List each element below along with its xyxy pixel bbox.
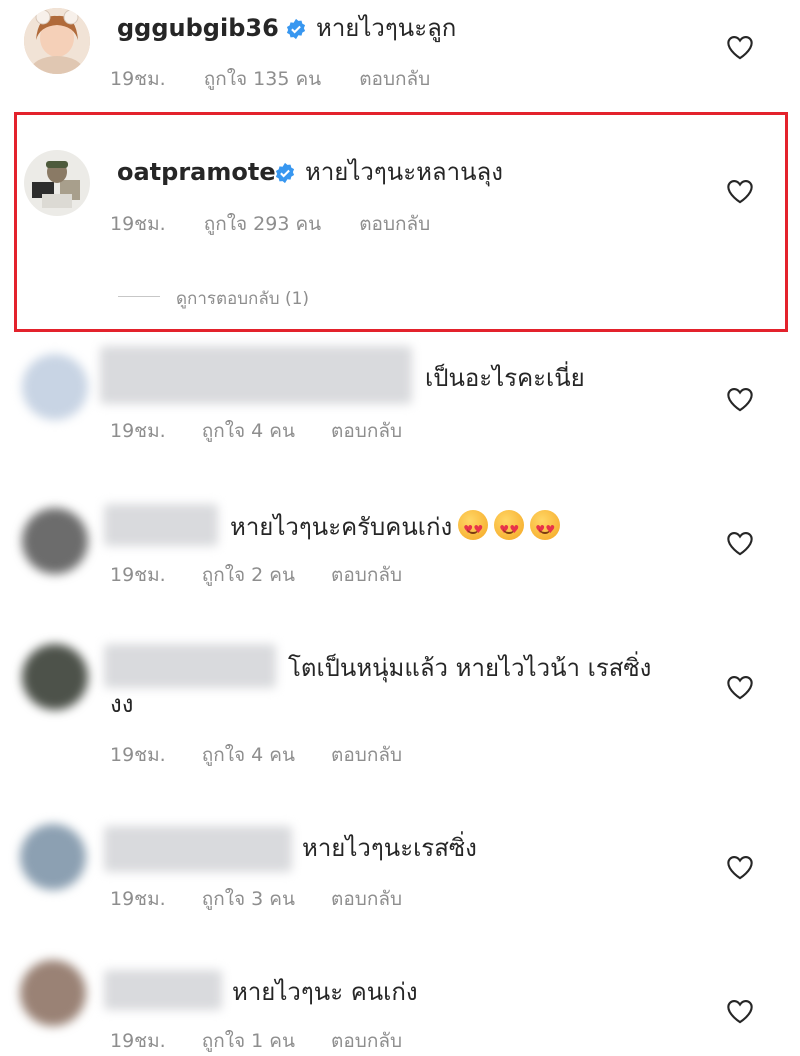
comment-item: gggubgib36 หายไวๆนะลูก 19ชม. ถูกใจ 135 ค… [0, 0, 800, 110]
comment-text: หายไวๆนะ คนเก่ง [232, 978, 418, 1006]
comment-time: 19ชม. [110, 420, 166, 442]
verified-badge-icon [275, 162, 295, 184]
comment-likes[interactable]: ถูกใจ 2 คน [202, 560, 295, 590]
comment-text-line2: งง [110, 690, 134, 718]
comment-username[interactable]: gggubgib36 [117, 14, 279, 42]
comment-meta: 19ชม. ถูกใจ 2 คน ตอบกลับ [110, 560, 402, 590]
blurred-username [104, 644, 276, 688]
comment-likes[interactable]: ถูกใจ 3 คน [202, 884, 295, 914]
avatar[interactable] [22, 644, 88, 710]
heart-outline-icon[interactable] [726, 854, 754, 880]
blurred-username [104, 970, 222, 1010]
avatar[interactable] [24, 8, 90, 74]
comment-meta: 19ชม. ถูกใจ 4 คน ตอบกลับ [110, 416, 402, 446]
comment-text: หายไวๆนะลูก [316, 14, 457, 42]
comment-likes[interactable]: ถูกใจ 135 คน [204, 64, 321, 94]
comment-time: 19ชม. [110, 564, 166, 586]
heart-outline-icon[interactable] [726, 34, 754, 60]
comment-time: 19ชม. [110, 1030, 166, 1052]
comment-meta: 19ชม. ถูกใจ 293 คน ตอบกลับ [110, 209, 430, 239]
comment-meta: 19ชม. ถูกใจ 135 คน ตอบกลับ [110, 64, 430, 94]
heart-outline-icon[interactable] [726, 998, 754, 1024]
blurred-username [104, 826, 292, 872]
heart-eyes-emoji [530, 510, 561, 544]
heart-eyes-emoji [458, 510, 489, 544]
comment-meta: 19ชม. ถูกใจ 4 คน ตอบกลับ [110, 740, 402, 770]
comment-time: 19ชม. [110, 213, 166, 235]
reply-button[interactable]: ตอบกลับ [359, 64, 430, 94]
avatar[interactable] [24, 150, 90, 216]
comment-likes[interactable]: ถูกใจ 4 คน [202, 416, 295, 446]
avatar[interactable] [22, 354, 88, 420]
blurred-username [100, 346, 412, 404]
comment-likes[interactable]: ถูกใจ 293 คน [204, 209, 321, 239]
view-replies-line [118, 296, 160, 297]
comment-likes[interactable]: ถูกใจ 4 คน [202, 740, 295, 770]
heart-eyes-emoji [494, 510, 525, 544]
comment-time: 19ชม. [110, 68, 166, 90]
comment-time: 19ชม. [110, 888, 166, 910]
avatar[interactable] [20, 960, 86, 1026]
avatar[interactable] [22, 508, 88, 574]
heart-outline-icon[interactable] [726, 386, 754, 412]
avatar[interactable] [20, 824, 86, 890]
comment-text: เป็นอะไรคะเนี่ย [425, 364, 585, 392]
comment-meta: 19ชม. ถูกใจ 1 คน ตอบกลับ [110, 1026, 402, 1056]
comment-item: หายไวๆนะครับคนเก่ง 19ชม. ถูกใจ 2 คน ตอบก… [0, 490, 800, 620]
comment-likes[interactable]: ถูกใจ 1 คน [202, 1026, 295, 1056]
verified-badge-icon [286, 18, 306, 40]
reply-button[interactable]: ตอบกลับ [359, 209, 430, 239]
view-replies-button[interactable]: ดูการตอบกลับ (1) [176, 285, 309, 312]
reply-button[interactable]: ตอบกลับ [331, 416, 402, 446]
comment-text: หายไวๆนะเรสซิ่ง [302, 834, 477, 862]
heart-outline-icon[interactable] [726, 178, 754, 204]
comment-text-content: หายไวๆนะครับคนเก่ง [230, 513, 453, 541]
comment-text: โตเป็นหนุ่มแล้ว หายไวไวน้า เรสซิ่ง [288, 654, 652, 682]
comment-item: หายไวๆนะเรสซิ่ง 19ชม. ถูกใจ 3 คน ตอบกลับ [0, 810, 800, 940]
comment-text: หายไวๆนะหลานลุง [305, 158, 503, 186]
blurred-username [104, 504, 218, 546]
heart-outline-icon[interactable] [726, 674, 754, 700]
reply-button[interactable]: ตอบกลับ [331, 560, 402, 590]
comment-item: หายไวๆนะ คนเก่ง 19ชม. ถูกใจ 1 คน ตอบกลับ [0, 950, 800, 1052]
comment-item: oatpramote หายไวๆนะหลานลุง 19ชม. ถูกใจ 2… [0, 112, 800, 332]
comment-time: 19ชม. [110, 744, 166, 766]
reply-button[interactable]: ตอบกลับ [331, 1026, 402, 1056]
comment-username[interactable]: oatpramote [117, 158, 276, 186]
comment-meta: 19ชม. ถูกใจ 3 คน ตอบกลับ [110, 884, 402, 914]
comment-item: โตเป็นหนุ่มแล้ว หายไวไวน้า เรสซิ่ง งง 19… [0, 630, 800, 800]
comment-text: หายไวๆนะครับคนเก่ง [230, 510, 561, 544]
comment-item: เป็นอะไรคะเนี่ย 19ชม. ถูกใจ 4 คน ตอบกลับ [0, 340, 800, 480]
reply-button[interactable]: ตอบกลับ [331, 884, 402, 914]
reply-button[interactable]: ตอบกลับ [331, 740, 402, 770]
heart-outline-icon[interactable] [726, 530, 754, 556]
